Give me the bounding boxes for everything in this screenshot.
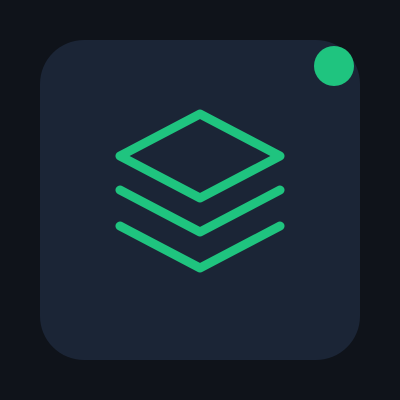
layers-icon [115, 109, 285, 273]
notification-dot-icon [314, 46, 354, 86]
layer-top-shape [115, 109, 285, 203]
app-icon-tile[interactable] [40, 40, 360, 360]
icon-canvas [0, 0, 400, 400]
